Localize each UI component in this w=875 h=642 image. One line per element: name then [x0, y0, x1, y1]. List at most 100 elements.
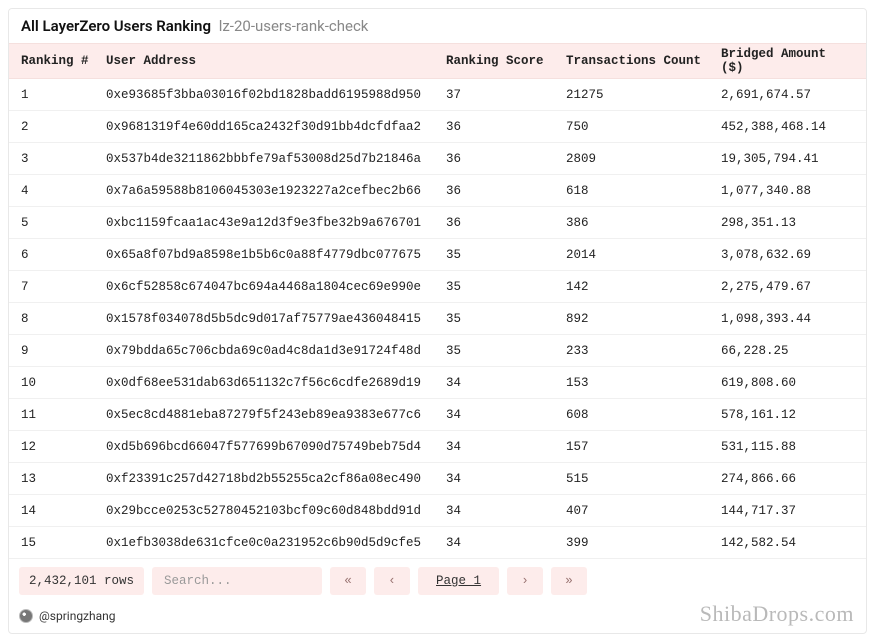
table-row[interactable]: 20x9681319f4e60dd165ca2432f30d91bb4dcfdf… — [9, 111, 866, 143]
table-header: Ranking # User Address Ranking Score Tra… — [9, 43, 866, 79]
cell-amount: 144,717.37 — [721, 504, 854, 518]
cell-txcount: 157 — [566, 440, 721, 454]
cell-score: 34 — [446, 440, 566, 454]
cell-amount: 142,582.54 — [721, 536, 854, 550]
cell-score: 34 — [446, 472, 566, 486]
cell-address: 0xd5b696bcd66047f577699b67090d75749beb75… — [106, 440, 446, 454]
row-count: 2,432,101 rows — [19, 567, 144, 595]
col-address[interactable]: User Address — [106, 54, 446, 68]
cell-amount: 452,388,468.14 — [721, 120, 854, 134]
cell-ranking: 8 — [21, 312, 106, 326]
cell-amount: 2,275,479.67 — [721, 280, 854, 294]
card-header: All LayerZero Users Ranking lz-20-users-… — [9, 9, 866, 43]
table-row[interactable]: 90x79bdda65c706cbda69c0ad4c8da1d3e91724f… — [9, 335, 866, 367]
cell-txcount: 386 — [566, 216, 721, 230]
cell-score: 35 — [446, 248, 566, 262]
cell-ranking: 5 — [21, 216, 106, 230]
card-title: All LayerZero Users Ranking — [21, 17, 211, 35]
cell-ranking: 2 — [21, 120, 106, 134]
table-row[interactable]: 100x0df68ee531dab63d651132c7f56c6cdfe268… — [9, 367, 866, 399]
cell-txcount: 608 — [566, 408, 721, 422]
cell-txcount: 2014 — [566, 248, 721, 262]
table-row[interactable]: 110x5ec8cd4881eba87279f5f243eb89ea9383e6… — [9, 399, 866, 431]
cell-score: 34 — [446, 376, 566, 390]
cell-amount: 578,161.12 — [721, 408, 854, 422]
cell-txcount: 618 — [566, 184, 721, 198]
cell-address: 0x7a6a59588b8106045303e1923227a2cefbec2b… — [106, 184, 446, 198]
cell-score: 35 — [446, 280, 566, 294]
cell-amount: 1,098,393.44 — [721, 312, 854, 326]
cell-txcount: 2809 — [566, 152, 721, 166]
first-page-button[interactable]: « — [330, 567, 366, 595]
cell-txcount: 233 — [566, 344, 721, 358]
cell-address: 0xf23391c257d42718bd2b55255ca2cf86a08ec4… — [106, 472, 446, 486]
cell-address: 0x65a8f07bd9a8598e1b5b6c0a88f4779dbc0776… — [106, 248, 446, 262]
cell-score: 37 — [446, 88, 566, 102]
cell-txcount: 399 — [566, 536, 721, 550]
author-handle: @springzhang — [39, 609, 116, 623]
cell-amount: 274,866.66 — [721, 472, 854, 486]
last-page-button[interactable]: » — [551, 567, 587, 595]
cell-score: 34 — [446, 408, 566, 422]
cell-address: 0x79bdda65c706cbda69c0ad4c8da1d3e91724f4… — [106, 344, 446, 358]
cell-txcount: 21275 — [566, 88, 721, 102]
cell-ranking: 1 — [21, 88, 106, 102]
col-ranking[interactable]: Ranking # — [21, 54, 106, 68]
col-score[interactable]: Ranking Score — [446, 54, 566, 68]
table-row[interactable]: 60x65a8f07bd9a8598e1b5b6c0a88f4779dbc077… — [9, 239, 866, 271]
cell-txcount: 515 — [566, 472, 721, 486]
cell-ranking: 12 — [21, 440, 106, 454]
search-input[interactable]: Search... — [152, 567, 322, 595]
col-amount[interactable]: Bridged Amount ($) — [721, 47, 854, 75]
cell-ranking: 11 — [21, 408, 106, 422]
cell-ranking: 3 — [21, 152, 106, 166]
table-row[interactable]: 70x6cf52858c674047bc694a4468a1804cec69e9… — [9, 271, 866, 303]
cell-score: 36 — [446, 152, 566, 166]
next-page-button[interactable]: › — [507, 567, 543, 595]
table-row[interactable]: 50xbc1159fcaa1ac43e9a12d3f9e3fbe32b9a676… — [9, 207, 866, 239]
table-row[interactable]: 150x1efb3038de631cfce0c0a231952c6b90d5d9… — [9, 527, 866, 559]
cell-amount: 531,115.88 — [721, 440, 854, 454]
cell-address: 0x0df68ee531dab63d651132c7f56c6cdfe2689d… — [106, 376, 446, 390]
prev-page-button[interactable]: ‹ — [374, 567, 410, 595]
cell-score: 36 — [446, 120, 566, 134]
table-row[interactable]: 40x7a6a59588b8106045303e1923227a2cefbec2… — [9, 175, 866, 207]
table-row[interactable]: 10xe93685f3bba03016f02bd1828badd6195988d… — [9, 79, 866, 111]
cell-ranking: 15 — [21, 536, 106, 550]
table-row[interactable]: 120xd5b696bcd66047f577699b67090d75749beb… — [9, 431, 866, 463]
cell-ranking: 7 — [21, 280, 106, 294]
cell-score: 35 — [446, 344, 566, 358]
cell-address: 0x9681319f4e60dd165ca2432f30d91bb4dcfdfa… — [106, 120, 446, 134]
cell-txcount: 142 — [566, 280, 721, 294]
cell-txcount: 892 — [566, 312, 721, 326]
cell-amount: 3,078,632.69 — [721, 248, 854, 262]
cell-address: 0x5ec8cd4881eba87279f5f243eb89ea9383e677… — [106, 408, 446, 422]
table-row[interactable]: 80x1578f034078d5b5dc9d017af75779ae436048… — [9, 303, 866, 335]
cell-amount: 66,228.25 — [721, 344, 854, 358]
cell-address: 0x537b4de3211862bbbfe79af53008d25d7b2184… — [106, 152, 446, 166]
cell-score: 36 — [446, 184, 566, 198]
author-row[interactable]: @springzhang — [9, 603, 866, 633]
cell-score: 34 — [446, 504, 566, 518]
table-row[interactable]: 130xf23391c257d42718bd2b55255ca2cf86a08e… — [9, 463, 866, 495]
cell-score: 34 — [446, 536, 566, 550]
page-indicator[interactable]: Page 1 — [418, 567, 499, 595]
cell-score: 35 — [446, 312, 566, 326]
cell-address: 0xe93685f3bba03016f02bd1828badd6195988d9… — [106, 88, 446, 102]
table-footer: 2,432,101 rows Search... « ‹ Page 1 › » — [9, 559, 866, 603]
cell-ranking: 6 — [21, 248, 106, 262]
cell-address: 0x1efb3038de631cfce0c0a231952c6b90d5d9cf… — [106, 536, 446, 550]
cell-ranking: 4 — [21, 184, 106, 198]
col-txcount[interactable]: Transactions Count — [566, 54, 721, 68]
cell-score: 36 — [446, 216, 566, 230]
cell-address: 0x1578f034078d5b5dc9d017af75779ae4360484… — [106, 312, 446, 326]
cell-amount: 19,305,794.41 — [721, 152, 854, 166]
table-row[interactable]: 140x29bcce0253c52780452103bcf09c60d848bd… — [9, 495, 866, 527]
table-row[interactable]: 30x537b4de3211862bbbfe79af53008d25d7b218… — [9, 143, 866, 175]
cell-amount: 298,351.13 — [721, 216, 854, 230]
cell-ranking: 14 — [21, 504, 106, 518]
cell-ranking: 9 — [21, 344, 106, 358]
ranking-card: All LayerZero Users Ranking lz-20-users-… — [8, 8, 867, 634]
cell-amount: 619,808.60 — [721, 376, 854, 390]
cell-address: 0x29bcce0253c52780452103bcf09c60d848bdd9… — [106, 504, 446, 518]
